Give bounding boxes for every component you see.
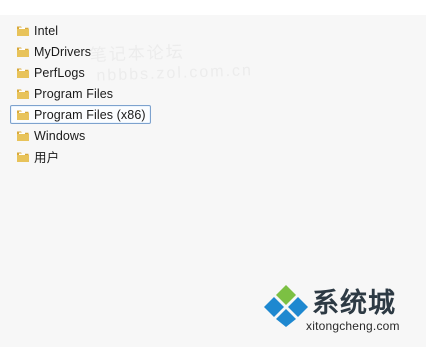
folder-item-program-files[interactable]: Program Files	[10, 84, 151, 103]
folder-icon	[16, 45, 30, 59]
folder-item-perflogs[interactable]: PerfLogs	[10, 63, 151, 82]
folder-label: Program Files	[34, 86, 114, 101]
folder-icon	[16, 66, 30, 80]
brand-domain: xitongcheng.com	[306, 319, 400, 333]
folder-label: Program Files (x86)	[34, 107, 146, 122]
folder-icon	[16, 108, 30, 122]
folder-icon	[16, 129, 30, 143]
brand-watermark: 系统城 xitongcheng.com	[260, 281, 420, 341]
folder-list: Intel MyDrivers PerfLogs Program Files P…	[10, 21, 151, 168]
folder-item-windows[interactable]: Windows	[10, 126, 151, 145]
folder-item-users[interactable]: 用户	[10, 147, 151, 166]
folder-item-intel[interactable]: Intel	[10, 21, 151, 40]
folder-icon	[16, 24, 30, 38]
explorer-view: 笔记本论坛 nbbbs.zol.com.cn Intel MyDrivers P…	[0, 0, 426, 347]
folder-icon	[16, 87, 30, 101]
folder-label: Intel	[34, 23, 59, 38]
brand-name: 系统城	[312, 288, 396, 319]
folder-label: PerfLogs	[34, 65, 85, 80]
folder-label: MyDrivers	[34, 44, 92, 59]
folder-item-program-files-x86[interactable]: Program Files (x86)	[10, 105, 151, 124]
folder-item-mydrivers[interactable]: MyDrivers	[10, 42, 151, 61]
top-strip	[0, 0, 426, 15]
folder-label: Windows	[34, 128, 86, 143]
brand-logo-icon	[264, 285, 308, 327]
folder-icon	[16, 150, 30, 164]
folder-label: 用户	[34, 151, 60, 165]
